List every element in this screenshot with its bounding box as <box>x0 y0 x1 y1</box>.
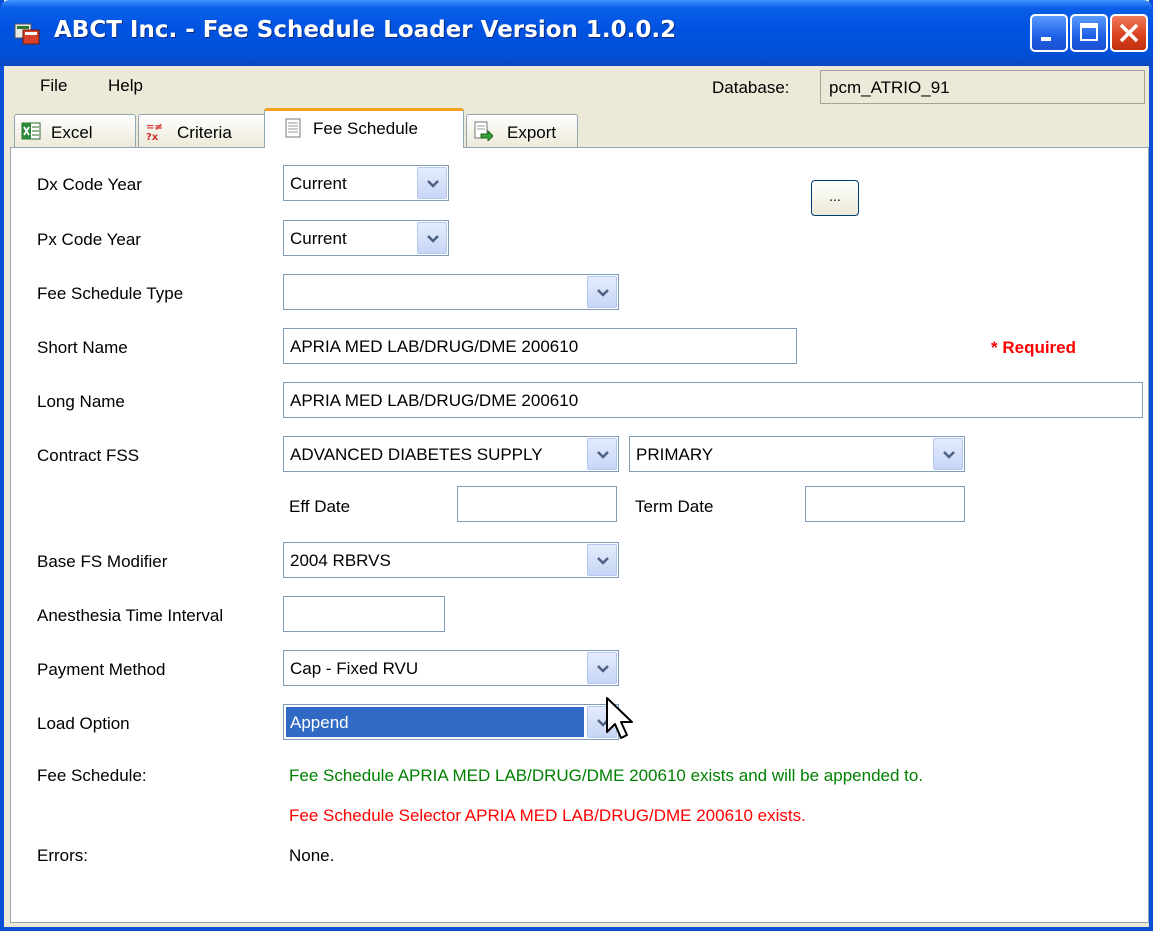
anesthesia-time-interval-input[interactable] <box>283 596 445 632</box>
tab-fee-schedule-label: Fee Schedule <box>313 119 418 138</box>
errors-label: Errors: <box>37 846 88 865</box>
contract-fss-type-value: PRIMARY <box>636 445 714 464</box>
fee-schedule-type-label: Fee Schedule Type <box>37 284 184 303</box>
contract-fss-value: ADVANCED DIABETES SUPPLY <box>290 445 543 464</box>
contract-fss-type-select[interactable]: PRIMARY <box>629 436 965 472</box>
tab-criteria[interactable]: =≠ ?x Criteria <box>138 114 266 148</box>
base-fs-modifier-value: 2004 RBRVS <box>290 551 391 570</box>
load-option-label: Load Option <box>37 714 130 733</box>
criteria-icon: =≠ ?x <box>146 122 163 141</box>
load-option-select[interactable]: Append <box>283 704 619 740</box>
document-icon <box>285 118 301 138</box>
dx-code-year-label: Dx Code Year <box>37 175 142 194</box>
term-date-input[interactable] <box>805 486 965 522</box>
px-code-year-select[interactable]: Current <box>283 220 449 256</box>
dx-code-year-select[interactable]: Current <box>283 165 449 201</box>
mouse-cursor-icon <box>606 697 633 739</box>
chevron-down-icon[interactable] <box>587 652 617 684</box>
contract-fss-select[interactable]: ADVANCED DIABETES SUPPLY <box>283 436 619 472</box>
fee-schedule-type-select[interactable] <box>283 274 619 310</box>
chevron-down-icon[interactable] <box>587 276 617 308</box>
tab-export[interactable]: Export <box>466 114 578 148</box>
dx-code-year-value: Current <box>290 174 347 193</box>
fee-schedule-status-message: Fee Schedule APRIA MED LAB/DRUG/DME 2006… <box>289 766 924 785</box>
short-name-input[interactable]: APRIA MED LAB/DRUG/DME 200610 <box>283 328 797 364</box>
svg-text:?x: ?x <box>146 132 159 141</box>
app-icon <box>14 23 40 45</box>
maximize-icon <box>1080 23 1098 41</box>
minimize-button[interactable] <box>1030 14 1068 52</box>
tab-strip: Excel =≠ ?x Criteria Fee Schedule Export <box>10 108 1149 148</box>
chevron-down-icon[interactable] <box>587 438 617 470</box>
chevron-down-icon[interactable] <box>417 222 447 254</box>
payment-method-value: Cap - Fixed RVU <box>290 659 419 678</box>
base-fs-modifier-label: Base FS Modifier <box>37 552 168 571</box>
anesthesia-time-interval-label: Anesthesia Time Interval <box>37 606 224 625</box>
short-name-label: Short Name <box>37 338 128 357</box>
tab-excel[interactable]: Excel <box>14 114 136 148</box>
fee-schedule-status-label: Fee Schedule: <box>37 766 147 785</box>
maximize-button[interactable] <box>1070 14 1108 52</box>
load-option-value: Append <box>286 707 584 737</box>
excel-icon <box>21 122 41 140</box>
px-code-year-label: Px Code Year <box>37 230 141 249</box>
fee-schedule-panel: Dx Code Year Current Px Code Year Curren… <box>10 147 1149 923</box>
browse-button[interactable]: ... <box>811 180 859 216</box>
chevron-down-icon[interactable] <box>587 544 617 576</box>
chevron-down-icon[interactable] <box>417 167 447 199</box>
database-field: pcm_ATRIO_91 <box>820 70 1145 104</box>
close-button[interactable] <box>1110 14 1148 52</box>
long-name-input[interactable]: APRIA MED LAB/DRUG/DME 200610 <box>283 382 1143 418</box>
menu-help[interactable]: Help <box>108 76 143 96</box>
px-code-year-value: Current <box>290 229 347 248</box>
errors-value: None. <box>289 846 335 865</box>
app-window: ABCT Inc. - Fee Schedule Loader Version … <box>0 0 1153 931</box>
base-fs-modifier-select[interactable]: 2004 RBRVS <box>283 542 619 578</box>
chevron-down-icon[interactable] <box>933 438 963 470</box>
long-name-label: Long Name <box>37 392 125 411</box>
eff-date-input[interactable] <box>457 486 617 522</box>
window-title: ABCT Inc. - Fee Schedule Loader Version … <box>54 17 677 43</box>
payment-method-label: Payment Method <box>37 660 166 679</box>
contract-fss-label: Contract FSS <box>37 446 140 465</box>
tab-criteria-label: Criteria <box>177 123 232 142</box>
term-date-label: Term Date <box>635 497 714 516</box>
tab-excel-label: Excel <box>51 123 93 142</box>
menu-file[interactable]: File <box>40 76 67 96</box>
minimize-icon <box>1041 37 1051 41</box>
title-bar[interactable]: ABCT Inc. - Fee Schedule Loader Version … <box>0 0 1153 66</box>
database-label: Database: <box>712 78 790 97</box>
close-icon <box>1119 23 1139 43</box>
tab-fee-schedule[interactable]: Fee Schedule <box>264 108 464 148</box>
export-icon <box>474 121 493 141</box>
tab-export-label: Export <box>507 123 557 142</box>
selector-status-message: Fee Schedule Selector APRIA MED LAB/DRUG… <box>289 806 806 825</box>
required-indicator: * Required <box>991 338 1077 357</box>
eff-date-label: Eff Date <box>289 497 351 516</box>
menu-bar: File Help Database: pcm_ATRIO_91 <box>4 66 1149 108</box>
payment-method-select[interactable]: Cap - Fixed RVU <box>283 650 619 686</box>
